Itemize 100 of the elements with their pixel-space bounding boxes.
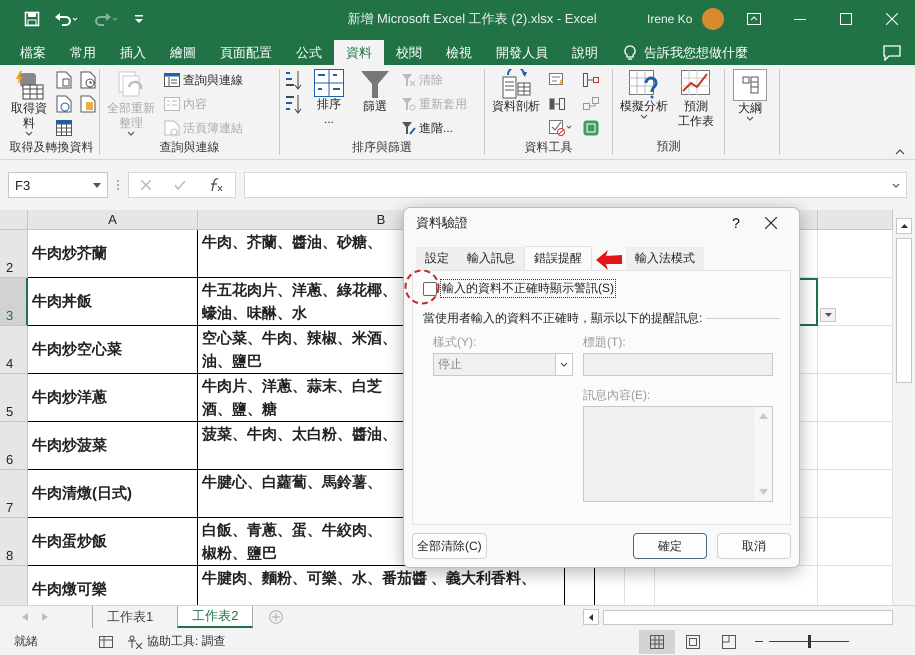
comment-icon[interactable]	[883, 44, 901, 60]
scroll-up-icon[interactable]	[900, 224, 908, 228]
relationships-icon[interactable]	[583, 97, 599, 111]
zoom-slider[interactable]	[769, 635, 849, 648]
row-header[interactable]: 5	[0, 374, 28, 422]
queries-icon	[164, 73, 180, 87]
ribbon-tab[interactable]: 插入	[108, 40, 158, 65]
table-cell: 牛肉炒空心菜	[28, 326, 198, 374]
ribbon-tab[interactable]: 繪圖	[158, 40, 208, 65]
dialog-button[interactable]: 取消	[717, 533, 791, 559]
scroll-up-icon	[758, 413, 768, 419]
group-label: 取得及轉換資料	[8, 139, 94, 156]
expand-icon	[892, 182, 900, 188]
dialog-tab[interactable]: 設定	[416, 247, 458, 270]
row-header[interactable]: 7	[0, 470, 28, 518]
save-icon[interactable]	[24, 11, 40, 27]
flash-fill-icon[interactable]	[549, 73, 565, 87]
ribbon-tab[interactable]: 說明	[560, 40, 610, 65]
page-break-icon[interactable]	[722, 634, 736, 648]
sort-descending-icon[interactable]	[286, 93, 302, 115]
ribbon-button[interactable]: 篩選	[354, 69, 396, 139]
dropdown-arrow-icon[interactable]	[824, 313, 832, 317]
normal-view-icon[interactable]	[650, 634, 664, 648]
field-label: 標題(T):	[583, 334, 627, 351]
table-cell: 牛肉炒洋蔥	[28, 374, 198, 422]
dialog-tab[interactable]: 輸入訊息	[458, 247, 524, 270]
text-to-columns-icon	[500, 69, 532, 99]
horizontal-scrollbar[interactable]	[603, 610, 893, 624]
table-cell: 牛肉炒菠菜	[28, 422, 198, 470]
customize-icon[interactable]	[134, 13, 144, 25]
ribbon-button[interactable]: 資料剖析	[489, 69, 543, 139]
ribbon-button[interactable]: 模擬分析	[617, 69, 671, 138]
user-name: Irene Ko	[647, 12, 692, 26]
checkbox[interactable]	[423, 282, 437, 296]
remove-duplicates-icon[interactable]	[549, 97, 565, 111]
group-label: 排序與篩選	[351, 139, 413, 156]
dialog-tab[interactable]: 輸入法模式	[626, 247, 704, 270]
table-cell: 牛肉蛋炒飯	[28, 518, 198, 566]
ribbon-button[interactable]: 取得資料	[8, 69, 50, 139]
ribbon-button[interactable]: 進階...	[400, 117, 469, 139]
ribbon-tab[interactable]: 校閱	[384, 40, 434, 65]
ribbon-tab[interactable]: 常用	[58, 40, 108, 65]
page-layout-icon[interactable]	[686, 634, 700, 648]
table-icon[interactable]	[56, 120, 72, 136]
table-cell: 牛肉丼飯	[28, 278, 198, 326]
ribbon-button[interactable]: 預測 工作表	[675, 69, 717, 138]
web-file-icon[interactable]	[56, 95, 72, 113]
ribbon-tab[interactable]: 檢視	[434, 40, 484, 65]
sheet-tab[interactable]: 工作表2	[177, 606, 254, 628]
row-header[interactable]: 8	[0, 518, 28, 566]
connection-file-icon[interactable]	[80, 95, 96, 113]
field-label: 樣式(Y):	[433, 334, 478, 351]
ribbon-tab[interactable]: 頁面配置	[208, 40, 284, 65]
formula-field[interactable]	[244, 172, 907, 198]
annotation-circle	[404, 269, 440, 305]
group-label: 查詢與連線	[158, 139, 220, 156]
table-cell: 牛肉清燉(日式)	[28, 470, 198, 518]
dialog-button[interactable]: 全部清除(C)	[412, 533, 487, 559]
consolidate-icon[interactable]	[583, 73, 599, 87]
column-header[interactable]: A	[28, 210, 198, 230]
ribbon-tab[interactable]: 開發人員	[484, 40, 560, 65]
collapse-ribbon-icon[interactable]	[895, 149, 905, 155]
data-model-icon[interactable]	[583, 120, 599, 136]
row-header[interactable]: 3	[0, 278, 28, 326]
ribbon-tab[interactable]: 檔案	[8, 40, 58, 65]
lightbulb-icon	[624, 44, 636, 60]
link-file-icon	[164, 120, 180, 136]
scroll-left-icon[interactable]	[589, 614, 593, 620]
close-icon[interactable]	[765, 217, 777, 229]
ribbon-button[interactable]: 查詢與連線	[162, 69, 245, 91]
grip-icon	[116, 178, 120, 192]
dialog-button[interactable]: 確定	[633, 533, 707, 559]
properties-icon	[164, 97, 180, 111]
macro-recording-icon[interactable]	[99, 636, 113, 648]
insert-function-icon[interactable]	[209, 178, 224, 192]
ribbon-tab[interactable]: 資料	[334, 40, 384, 65]
accessibility-icon	[127, 634, 143, 648]
name-box[interactable]: F3	[8, 172, 108, 198]
ribbon-tab[interactable]: 公式	[284, 40, 334, 65]
tell-me-search[interactable]: 告訴我您想做什麼	[644, 44, 748, 62]
row-header[interactable]: 2	[0, 230, 28, 278]
ribbon-button[interactable]: 大綱	[729, 69, 771, 155]
ribbon-display-icon[interactable]	[747, 13, 761, 25]
row-header[interactable]: 4	[0, 326, 28, 374]
row-header[interactable]: 6	[0, 422, 28, 470]
sort-ascending-icon[interactable]	[286, 69, 302, 91]
dialog-tab[interactable]: 錯誤提醒	[524, 246, 592, 270]
outline-icon	[733, 69, 767, 101]
caret-icon	[560, 362, 568, 367]
checkbox-label[interactable]: 輸入的資料不正確時顯示警訊(S)	[440, 279, 616, 298]
caret-icon	[93, 182, 101, 188]
undo-icon[interactable]	[54, 11, 80, 27]
clock-file-icon[interactable]	[80, 71, 96, 89]
accessibility-status[interactable]: 協助工具: 調查	[147, 633, 226, 650]
ribbon-button[interactable]: 排序 ...	[308, 69, 350, 139]
text-file-icon[interactable]	[56, 71, 72, 89]
scrollbar-thumb[interactable]	[896, 238, 912, 383]
table-cell: 牛肉炒芥蘭	[28, 230, 198, 278]
help-button[interactable]: ?	[721, 214, 751, 232]
maximize-icon[interactable]	[840, 13, 852, 25]
